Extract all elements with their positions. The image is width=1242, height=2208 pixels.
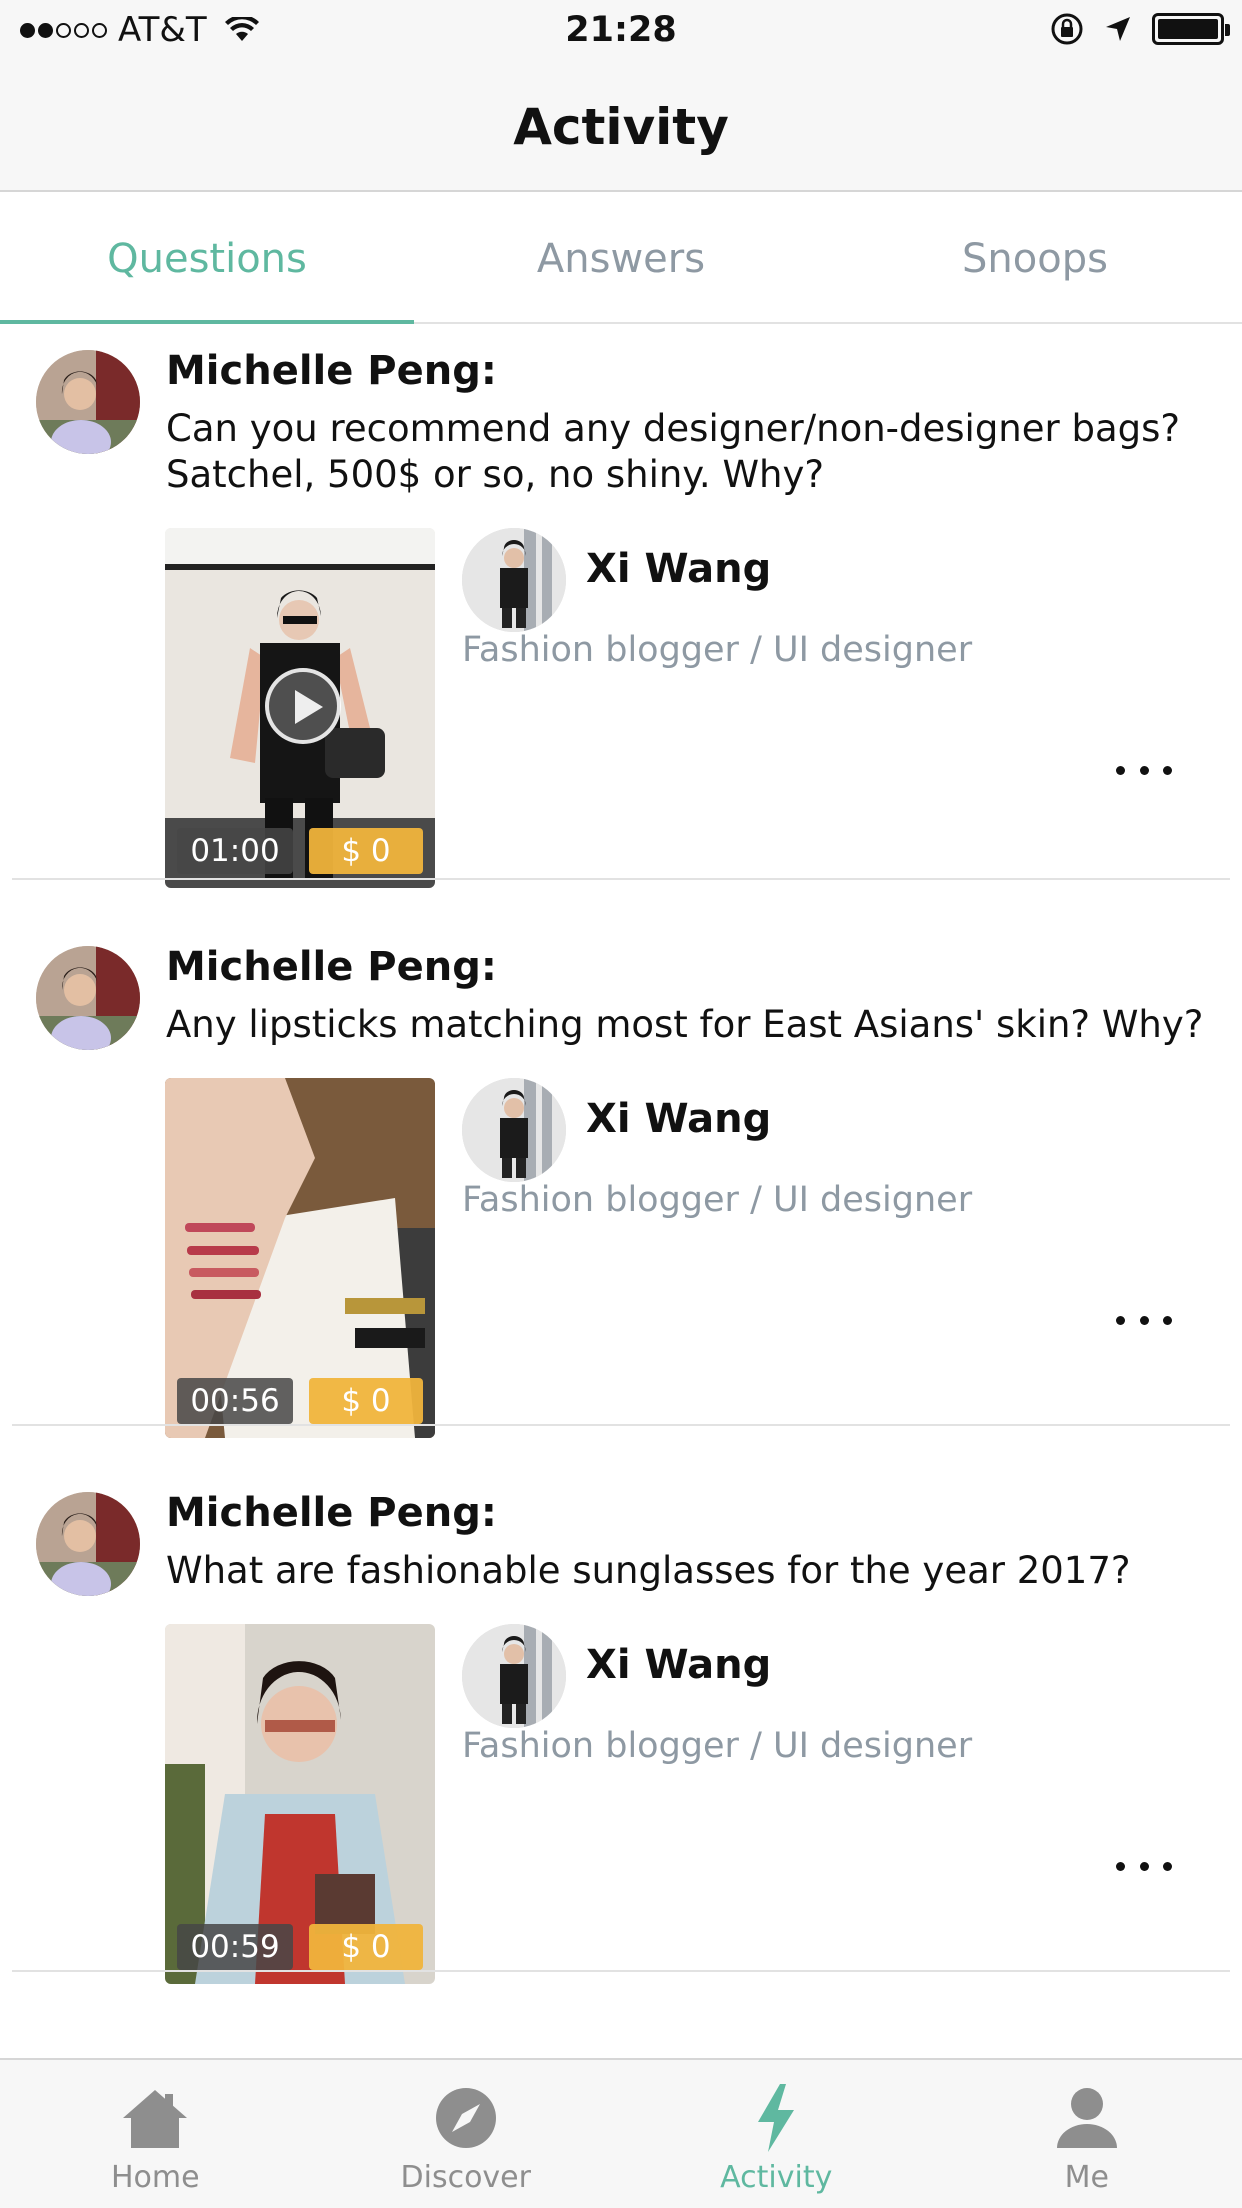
answerer-name[interactable]: Xi Wang [586, 1096, 771, 1142]
asker-name[interactable]: Michelle Peng: [166, 944, 497, 990]
tabbar-activity[interactable]: Activity [621, 2060, 932, 2208]
status-right [1050, 12, 1230, 46]
tab-snoops[interactable]: Snoops [828, 194, 1242, 322]
tab-questions[interactable]: Questions [0, 194, 414, 324]
home-icon [123, 2090, 188, 2148]
video-duration: 00:56 [177, 1378, 293, 1424]
answer-video-thumbnail[interactable]: 00:59 $ 0 [165, 1624, 435, 1984]
tabbar-home[interactable]: Home [0, 2060, 311, 2208]
tabbar-discover[interactable]: Discover [311, 2060, 622, 2208]
divider [12, 1424, 1230, 1426]
asker-avatar[interactable] [36, 350, 140, 454]
nav-header: Activity [0, 60, 1242, 192]
answerer-avatar[interactable] [462, 1078, 566, 1182]
answerer-name[interactable]: Xi Wang [586, 1642, 771, 1688]
asker-name[interactable]: Michelle Peng: [166, 348, 497, 394]
activity-feed: Michelle Peng: Can you recommend any des… [0, 326, 1242, 2018]
tabbar-label: Discover [400, 2160, 531, 2195]
person-icon [1056, 2088, 1117, 2148]
answerer-title: Fashion blogger / UI designer [462, 630, 973, 670]
asker-avatar[interactable] [36, 946, 140, 1050]
answer-video-thumbnail[interactable]: 00:56 $ 0 [165, 1078, 435, 1438]
compass-icon [435, 2088, 496, 2148]
asker-name[interactable]: Michelle Peng: [166, 1490, 497, 1536]
price-badge: $ 0 [309, 828, 423, 874]
answerer-avatar[interactable] [462, 528, 566, 632]
question-card[interactable]: Michelle Peng: Any lipsticks matching mo… [0, 922, 1242, 1472]
more-options-icon[interactable] [1116, 1856, 1172, 1876]
price-badge: $ 0 [309, 1924, 423, 1970]
video-duration: 01:00 [177, 828, 293, 874]
tabbar-label: Activity [720, 2160, 833, 2195]
question-text: Any lipsticks matching most for East Asi… [166, 1003, 1204, 1046]
price-badge: $ 0 [309, 1378, 423, 1424]
battery-icon [1152, 13, 1230, 45]
question-text: What are fashionable sunglasses for the … [166, 1549, 1131, 1592]
question-card[interactable]: Michelle Peng: What are fashionable sung… [0, 1468, 1242, 2018]
tabbar-label: Home [110, 2160, 200, 2195]
play-icon[interactable] [265, 668, 341, 744]
location-icon [1106, 17, 1130, 41]
answerer-title: Fashion blogger / UI designer [462, 1180, 973, 1220]
more-options-icon[interactable] [1116, 760, 1172, 780]
status-bar: AT&T 21:28 [0, 0, 1242, 60]
asker-avatar[interactable] [36, 1492, 140, 1596]
answerer-avatar[interactable] [462, 1624, 566, 1728]
answer-video-thumbnail[interactable]: 01:00 $ 0 [165, 528, 435, 888]
tab-answers[interactable]: Answers [414, 194, 828, 322]
question-text: Can you recommend any designer/non-desig… [166, 407, 1181, 496]
bottom-tab-bar: Home Discover Activity Me [0, 2058, 1242, 2208]
more-options-icon[interactable] [1116, 1310, 1172, 1330]
question-card[interactable]: Michelle Peng: Can you recommend any des… [0, 326, 1242, 888]
tabbar-me[interactable]: Me [932, 2060, 1242, 2208]
divider [12, 878, 1230, 880]
segment-tabs: Questions Answers Snoops [0, 194, 1242, 324]
video-duration: 00:59 [177, 1924, 293, 1970]
page-title: Activity [513, 98, 729, 156]
answerer-title: Fashion blogger / UI designer [462, 1726, 973, 1766]
divider [12, 1970, 1230, 1972]
tabbar-label: Me [1064, 2160, 1109, 2195]
bolt-icon [758, 2084, 795, 2152]
answerer-name[interactable]: Xi Wang [586, 546, 771, 592]
rotation-lock-icon [1051, 13, 1083, 45]
